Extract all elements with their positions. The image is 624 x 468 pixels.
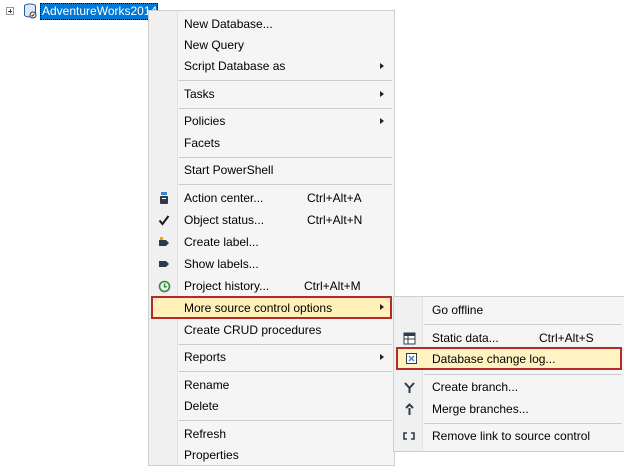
- menu-item-script-database-as[interactable]: Script Database as: [151, 55, 392, 77]
- tag-icon: [151, 253, 177, 275]
- shortcut-label: Ctrl+Alt+A: [307, 191, 362, 205]
- menu-item-create-branch[interactable]: Create branch...: [396, 376, 622, 398]
- menu-item-label: New Query: [184, 38, 245, 52]
- menu-item-start-powershell[interactable]: Start PowerShell: [151, 159, 392, 181]
- menu-item-project-history[interactable]: Project history... Ctrl+Alt+M: [151, 275, 392, 297]
- menu-item-reports[interactable]: Reports: [151, 346, 392, 368]
- menu-item-properties[interactable]: Properties: [151, 444, 392, 466]
- merge-icon: [396, 398, 422, 420]
- menu-item-label: Properties: [184, 448, 239, 462]
- database-node-label[interactable]: AdventureWorks2014: [40, 2, 158, 20]
- menu-item-label: Script Database as: [184, 59, 286, 73]
- menu-separator: [424, 324, 622, 325]
- menu-item-merge-branches[interactable]: Merge branches...: [396, 398, 622, 420]
- menu-item-label: Action center...: [184, 191, 264, 205]
- menu-item-label: Create branch...: [432, 380, 519, 394]
- menu-separator: [179, 371, 392, 372]
- menu-item-show-labels[interactable]: Show labels...: [151, 253, 392, 275]
- menu-item-label: Go offline: [432, 303, 484, 317]
- menu-item-new-query[interactable]: New Query: [151, 34, 392, 56]
- shortcut-label: Ctrl+Alt+N: [307, 213, 363, 227]
- menu-separator: [424, 423, 622, 424]
- menu-item-label: Merge branches...: [432, 402, 529, 416]
- menu-separator: [179, 157, 392, 158]
- change-log-icon: [398, 348, 424, 370]
- database-icon: [24, 3, 37, 19]
- menu-item-label: Policies: [184, 114, 226, 128]
- menu-item-database-change-log[interactable]: Database change log...: [396, 347, 622, 370]
- submenu-arrow-icon: [380, 304, 384, 310]
- menu-item-policies[interactable]: Policies: [151, 110, 392, 132]
- menu-item-label: Object status...: [184, 213, 265, 227]
- submenu-arrow-icon: [380, 118, 384, 124]
- menu-item-label: Rename: [184, 378, 230, 392]
- menu-item-label: Delete: [184, 399, 219, 413]
- submenu-arrow-icon: [380, 91, 384, 97]
- menu-separator: [424, 374, 622, 375]
- menu-item-label: Tasks: [184, 87, 215, 101]
- menu-item-label: Remove link to source control: [432, 429, 591, 443]
- menu-item-label: Database change log...: [432, 351, 556, 366]
- menu-item-object-status[interactable]: Object status... Ctrl+Alt+N: [151, 209, 392, 231]
- branch-icon: [396, 376, 422, 398]
- menu-item-action-center[interactable]: Action center... Ctrl+Alt+A: [151, 187, 392, 209]
- unlink-icon: [396, 425, 422, 447]
- checkmark-icon: [151, 209, 177, 231]
- static-data-icon: [396, 327, 422, 349]
- menu-item-label: Create CRUD procedures: [184, 323, 322, 337]
- menu-item-create-label[interactable]: Create label...: [151, 231, 392, 253]
- menu-item-label: Refresh: [184, 427, 227, 441]
- shortcut-label: Ctrl+Alt+M: [304, 279, 361, 293]
- menu-item-tasks[interactable]: Tasks: [151, 83, 392, 105]
- menu-item-rename[interactable]: Rename: [151, 374, 392, 396]
- create-label-icon: [151, 231, 177, 253]
- menu-item-label: Start PowerShell: [184, 163, 274, 177]
- context-menu: New Database... New Query Script Databas…: [148, 10, 395, 466]
- menu-separator: [179, 344, 392, 345]
- menu-separator: [179, 420, 392, 421]
- submenu-arrow-icon: [380, 63, 384, 69]
- shortcut-label: Ctrl+Alt+S: [539, 331, 594, 345]
- source-control-submenu: Go offline Static data... Ctrl+Alt+S Dat…: [393, 296, 624, 452]
- menu-item-label: Facets: [184, 136, 221, 150]
- menu-separator: [179, 80, 392, 81]
- menu-item-label: Static data...: [432, 331, 499, 345]
- menu-item-facets[interactable]: Facets: [151, 132, 392, 154]
- expand-icon[interactable]: [6, 7, 14, 15]
- menu-item-label: Reports: [184, 350, 227, 364]
- menu-item-label: Project history...: [184, 279, 270, 293]
- menu-separator: [179, 108, 392, 109]
- menu-item-delete[interactable]: Delete: [151, 395, 392, 417]
- menu-item-label: New Database...: [184, 17, 273, 31]
- menu-item-label: Show labels...: [184, 257, 259, 271]
- menu-item-go-offline[interactable]: Go offline: [396, 299, 622, 321]
- menu-item-remove-link[interactable]: Remove link to source control: [396, 425, 622, 447]
- menu-item-label: Create label...: [184, 235, 259, 249]
- menu-item-label: More source control options: [184, 300, 333, 315]
- action-center-icon: [151, 187, 177, 209]
- tree-node-row[interactable]: AdventureWorks2014: [6, 2, 158, 20]
- history-icon: [151, 275, 177, 297]
- menu-item-create-crud-procedures[interactable]: Create CRUD procedures: [151, 319, 392, 341]
- menu-item-new-database[interactable]: New Database...: [151, 13, 392, 35]
- menu-item-refresh[interactable]: Refresh: [151, 423, 392, 445]
- menu-item-more-source-control-options[interactable]: More source control options: [151, 296, 392, 319]
- menu-item-static-data[interactable]: Static data... Ctrl+Alt+S: [396, 327, 622, 349]
- submenu-arrow-icon: [380, 354, 384, 360]
- menu-separator: [179, 184, 392, 185]
